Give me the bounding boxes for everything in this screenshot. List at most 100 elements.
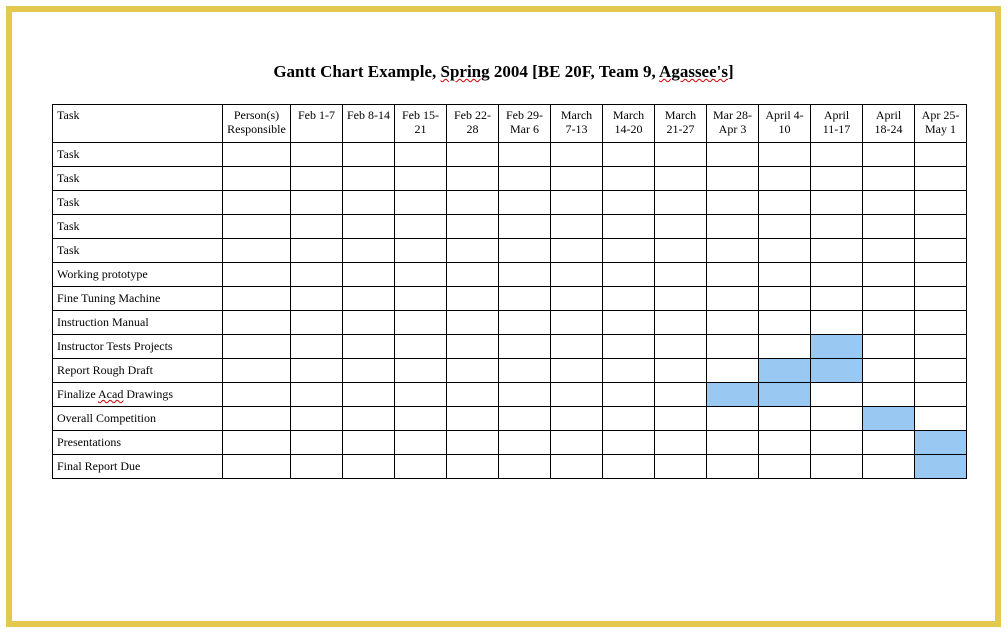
person-cell xyxy=(223,383,291,407)
task-label: Instruction Manual xyxy=(53,311,223,335)
week-cell xyxy=(707,455,759,479)
week-cell xyxy=(343,191,395,215)
week-cell xyxy=(395,167,447,191)
week-cell xyxy=(759,359,811,383)
week-cell xyxy=(915,407,967,431)
week-cell xyxy=(395,335,447,359)
week-cell xyxy=(759,287,811,311)
week-cell xyxy=(915,239,967,263)
week-cell xyxy=(499,359,551,383)
week-cell xyxy=(395,215,447,239)
week-cell xyxy=(863,455,915,479)
person-cell xyxy=(223,359,291,383)
week-cell xyxy=(603,191,655,215)
week-cell xyxy=(603,383,655,407)
week-cell xyxy=(291,239,343,263)
week-cell xyxy=(707,239,759,263)
person-cell xyxy=(223,455,291,479)
week-cell xyxy=(343,263,395,287)
task-label: Overall Competition xyxy=(53,407,223,431)
week-cell xyxy=(863,167,915,191)
page-title: Gantt Chart Example, Spring 2004 [BE 20F… xyxy=(52,62,955,82)
week-cell xyxy=(447,335,499,359)
week-cell xyxy=(655,431,707,455)
week-cell xyxy=(291,431,343,455)
week-cell xyxy=(395,383,447,407)
week-cell xyxy=(551,287,603,311)
week-cell xyxy=(395,239,447,263)
week-cell xyxy=(863,335,915,359)
week-cell xyxy=(707,383,759,407)
week-cell xyxy=(603,215,655,239)
header-week: Feb 29- Mar 6 xyxy=(499,105,551,143)
week-cell xyxy=(759,191,811,215)
task-label: Task xyxy=(53,215,223,239)
task-label: Final Report Due xyxy=(53,455,223,479)
week-cell xyxy=(551,167,603,191)
week-cell xyxy=(915,383,967,407)
header-week: Feb 22-28 xyxy=(447,105,499,143)
person-cell xyxy=(223,191,291,215)
week-cell xyxy=(499,215,551,239)
week-cell xyxy=(707,335,759,359)
week-cell xyxy=(915,311,967,335)
week-cell xyxy=(603,335,655,359)
person-cell xyxy=(223,335,291,359)
title-agassee: Agassee's xyxy=(659,62,728,81)
task-label: Fine Tuning Machine xyxy=(53,287,223,311)
week-cell xyxy=(811,239,863,263)
week-cell xyxy=(447,311,499,335)
week-cell xyxy=(551,263,603,287)
table-row: Task xyxy=(53,239,967,263)
document-frame: Gantt Chart Example, Spring 2004 [BE 20F… xyxy=(6,6,1001,627)
week-cell xyxy=(499,191,551,215)
week-cell xyxy=(759,239,811,263)
person-cell xyxy=(223,311,291,335)
week-cell xyxy=(447,455,499,479)
table-row: Presentations xyxy=(53,431,967,455)
week-cell xyxy=(343,431,395,455)
week-cell xyxy=(551,215,603,239)
week-cell xyxy=(551,383,603,407)
week-cell xyxy=(915,191,967,215)
table-row: Task xyxy=(53,167,967,191)
person-cell xyxy=(223,239,291,263)
header-week: April 18-24 xyxy=(863,105,915,143)
week-cell xyxy=(291,143,343,167)
title-prefix: Gantt Chart Example, xyxy=(273,62,440,81)
week-cell xyxy=(915,335,967,359)
week-cell xyxy=(915,431,967,455)
week-cell xyxy=(707,431,759,455)
week-cell xyxy=(759,335,811,359)
week-cell xyxy=(863,215,915,239)
week-cell xyxy=(395,263,447,287)
week-cell xyxy=(863,311,915,335)
week-cell xyxy=(759,311,811,335)
week-cell xyxy=(395,431,447,455)
week-cell xyxy=(395,359,447,383)
week-cell xyxy=(707,191,759,215)
week-cell xyxy=(603,239,655,263)
week-cell xyxy=(655,359,707,383)
week-cell xyxy=(499,431,551,455)
week-cell xyxy=(447,359,499,383)
week-cell xyxy=(759,143,811,167)
week-cell xyxy=(759,263,811,287)
week-cell xyxy=(655,215,707,239)
week-cell xyxy=(551,407,603,431)
week-cell xyxy=(395,143,447,167)
week-cell xyxy=(863,239,915,263)
week-cell xyxy=(707,167,759,191)
week-cell xyxy=(707,407,759,431)
table-row: Task xyxy=(53,191,967,215)
week-cell xyxy=(447,431,499,455)
week-cell xyxy=(759,455,811,479)
header-week: March 21-27 xyxy=(655,105,707,143)
header-week: Apr 25- May 1 xyxy=(915,105,967,143)
table-row: Finalize Acad Drawings xyxy=(53,383,967,407)
week-cell xyxy=(915,143,967,167)
week-cell xyxy=(291,167,343,191)
week-cell xyxy=(447,191,499,215)
week-cell xyxy=(291,263,343,287)
week-cell xyxy=(343,335,395,359)
